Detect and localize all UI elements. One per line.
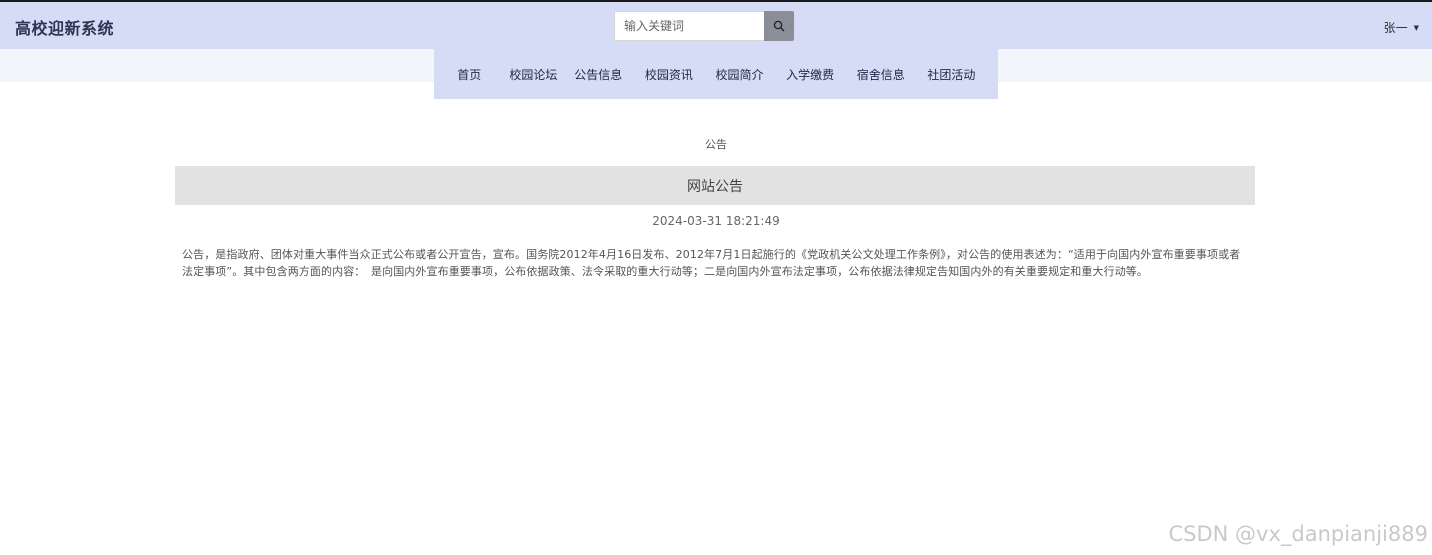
main-nav: 首页 校园论坛 公告信息 校园资讯 校园简介 入学缴费 宿舍信息 社团活动 — [434, 49, 998, 99]
caret-down-icon: ▼ — [1413, 23, 1419, 32]
article-date: 2024-03-31 18:21:49 — [652, 214, 780, 228]
top-header: 高校迎新系统 张一 ▼ — [0, 0, 1432, 49]
search-bar — [614, 11, 794, 41]
search-input[interactable] — [614, 11, 764, 41]
nav-item-announcements[interactable]: 公告信息 — [574, 66, 622, 83]
nav-item-campus-news[interactable]: 校园资讯 — [622, 66, 715, 83]
nav-item-clubs[interactable]: 社团活动 — [905, 66, 998, 83]
watermark: CSDN @vx_danpianji889 — [1168, 522, 1428, 546]
search-icon — [773, 20, 785, 32]
search-button[interactable] — [764, 11, 794, 41]
article-title: 网站公告 — [687, 178, 743, 195]
nav-item-campus-intro[interactable]: 校园简介 — [715, 66, 763, 83]
app-title: 高校迎新系统 — [15, 19, 115, 38]
user-name: 张一 — [1383, 21, 1408, 35]
user-menu[interactable]: 张一 ▼ — [1384, 19, 1419, 36]
nav-item-tuition-payment[interactable]: 入学缴费 — [763, 66, 856, 83]
nav-item-forum[interactable]: 校园论坛 — [493, 66, 575, 83]
section-label: 公告 — [705, 138, 727, 151]
nav-item-home[interactable]: 首页 — [446, 66, 493, 83]
article-body: 公告，是指政府、团体对重大事件当众正式公布或者公开宣告，宣布。国务院2012年4… — [182, 248, 1241, 278]
article-title-bar: 网站公告 — [175, 166, 1255, 205]
nav-item-dormitory[interactable]: 宿舍信息 — [857, 66, 905, 83]
